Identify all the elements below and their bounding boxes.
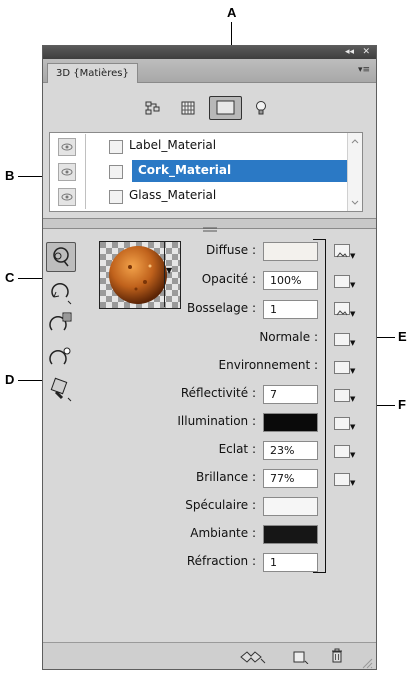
collapse-icon[interactable]: ◂◂ bbox=[345, 46, 354, 59]
specular-color-swatch[interactable] bbox=[263, 497, 318, 516]
diffuse-label: Diffuse : bbox=[206, 243, 256, 257]
material-icon bbox=[109, 140, 123, 154]
list-item-selected[interactable]: Cork_Material bbox=[50, 159, 362, 184]
eye-icon[interactable] bbox=[58, 163, 76, 181]
visibility-cell bbox=[50, 134, 86, 159]
panel-footer bbox=[43, 642, 376, 669]
material-icon bbox=[109, 190, 123, 204]
callout-a: A bbox=[227, 5, 237, 20]
close-icon[interactable]: ✕ bbox=[362, 46, 370, 59]
delete-icon[interactable] bbox=[330, 648, 344, 667]
folder-icon[interactable] bbox=[334, 473, 350, 486]
lights-icon[interactable] bbox=[253, 100, 271, 116]
3d-materials-panel: ◂◂ ✕ 3D {Matières} ▾≡ Label_Material Cor… bbox=[42, 45, 377, 670]
panel-menu-icon[interactable]: ▾≡ bbox=[358, 65, 370, 75]
eye-icon[interactable] bbox=[58, 138, 76, 156]
material-list: Label_Material Cork_Material Glass_Mater… bbox=[49, 132, 363, 212]
list-item[interactable]: Label_Material bbox=[50, 134, 362, 159]
chevron-down-icon[interactable]: ▼ bbox=[350, 281, 355, 289]
material-swatch[interactable] bbox=[99, 241, 181, 309]
select-material-tool-icon[interactable] bbox=[46, 242, 76, 272]
texture-map-icon[interactable] bbox=[334, 302, 350, 316]
drop-material-tool-icon[interactable] bbox=[46, 310, 74, 338]
normal-label: Normale : bbox=[259, 330, 318, 344]
illumination-color-swatch[interactable] bbox=[263, 413, 318, 432]
bump-label: Bosselage : bbox=[186, 301, 256, 315]
meshes-icon[interactable] bbox=[179, 100, 197, 116]
folder-icon[interactable] bbox=[334, 417, 350, 430]
folder-icon[interactable] bbox=[334, 333, 350, 346]
environment-label: Environnement : bbox=[218, 358, 318, 372]
chevron-down-icon[interactable]: ▼ bbox=[350, 339, 355, 347]
reflectivity-label: Réflectivité : bbox=[180, 386, 256, 400]
material-name: Glass_Material bbox=[129, 188, 217, 202]
shine-label: Brillance : bbox=[196, 470, 256, 484]
specular-label: Spéculaire : bbox=[185, 498, 256, 512]
callout-d: D bbox=[5, 372, 15, 387]
whole-scene-icon[interactable] bbox=[144, 100, 162, 116]
illumination-label: Illumination : bbox=[177, 414, 256, 428]
material-paint-tool-icon[interactable] bbox=[46, 376, 74, 404]
refraction-field[interactable]: 1 bbox=[263, 553, 318, 572]
ambient-color-swatch[interactable] bbox=[263, 525, 318, 544]
panel-tab-bar: 3D {Matières} ▾≡ bbox=[43, 59, 376, 83]
chevron-down-icon[interactable]: ▼ bbox=[350, 310, 355, 318]
material-name: Label_Material bbox=[129, 138, 217, 152]
visibility-cell bbox=[50, 159, 86, 184]
swatch-divider bbox=[164, 241, 165, 307]
panel-splitter[interactable] bbox=[43, 218, 376, 232]
visibility-cell bbox=[50, 184, 86, 209]
chevron-down-icon[interactable]: ▼ bbox=[350, 423, 355, 431]
chevron-down-icon[interactable]: ▼ bbox=[350, 479, 355, 487]
diffuse-color-swatch[interactable] bbox=[263, 242, 318, 261]
chevron-down-icon[interactable]: ▼ bbox=[350, 252, 355, 260]
material-name: Cork_Material bbox=[138, 163, 232, 177]
chevron-down-icon[interactable]: ▼ bbox=[166, 266, 172, 275]
folder-icon[interactable] bbox=[334, 389, 350, 402]
light-rotate-tool-icon[interactable] bbox=[46, 344, 74, 372]
shine-field[interactable]: 77% bbox=[263, 469, 318, 488]
list-item[interactable]: Glass_Material bbox=[50, 184, 362, 209]
callout-b: B bbox=[5, 168, 15, 183]
callout-c: C bbox=[5, 270, 15, 285]
bump-field[interactable]: 1 bbox=[263, 300, 318, 319]
refraction-label: Réfraction : bbox=[186, 554, 256, 568]
material-icon bbox=[109, 165, 123, 179]
properties-bracket bbox=[313, 239, 326, 573]
folder-icon[interactable] bbox=[334, 361, 350, 374]
opacity-field[interactable]: 100% bbox=[263, 271, 318, 290]
rotate-tool-icon[interactable] bbox=[46, 279, 74, 307]
chevron-down-icon[interactable]: ▼ bbox=[350, 451, 355, 459]
callout-f: F bbox=[398, 397, 406, 412]
callout-e: E bbox=[398, 329, 407, 344]
render-settings-icon[interactable] bbox=[239, 649, 267, 668]
reflectivity-field[interactable]: 7 bbox=[263, 385, 318, 404]
new-texture-icon[interactable] bbox=[292, 649, 310, 668]
chevron-down-icon[interactable]: ▼ bbox=[350, 367, 355, 375]
folder-icon[interactable] bbox=[334, 445, 350, 458]
materials-icon[interactable] bbox=[209, 96, 242, 120]
opacity-label: Opacité : bbox=[201, 272, 256, 286]
ambient-label: Ambiante : bbox=[190, 526, 256, 540]
list-scrollbar[interactable] bbox=[347, 133, 362, 211]
eye-icon[interactable] bbox=[58, 188, 76, 206]
resize-grip-icon[interactable] bbox=[361, 654, 373, 673]
panel-title-bar[interactable]: ◂◂ ✕ bbox=[43, 46, 376, 59]
gloss-field[interactable]: 23% bbox=[263, 441, 318, 460]
folder-icon[interactable] bbox=[334, 275, 350, 288]
texture-map-icon[interactable] bbox=[334, 244, 350, 258]
tab-3d-materials[interactable]: 3D {Matières} bbox=[47, 63, 138, 83]
gloss-label: Eclat : bbox=[218, 442, 256, 456]
chevron-down-icon[interactable]: ▼ bbox=[350, 395, 355, 403]
